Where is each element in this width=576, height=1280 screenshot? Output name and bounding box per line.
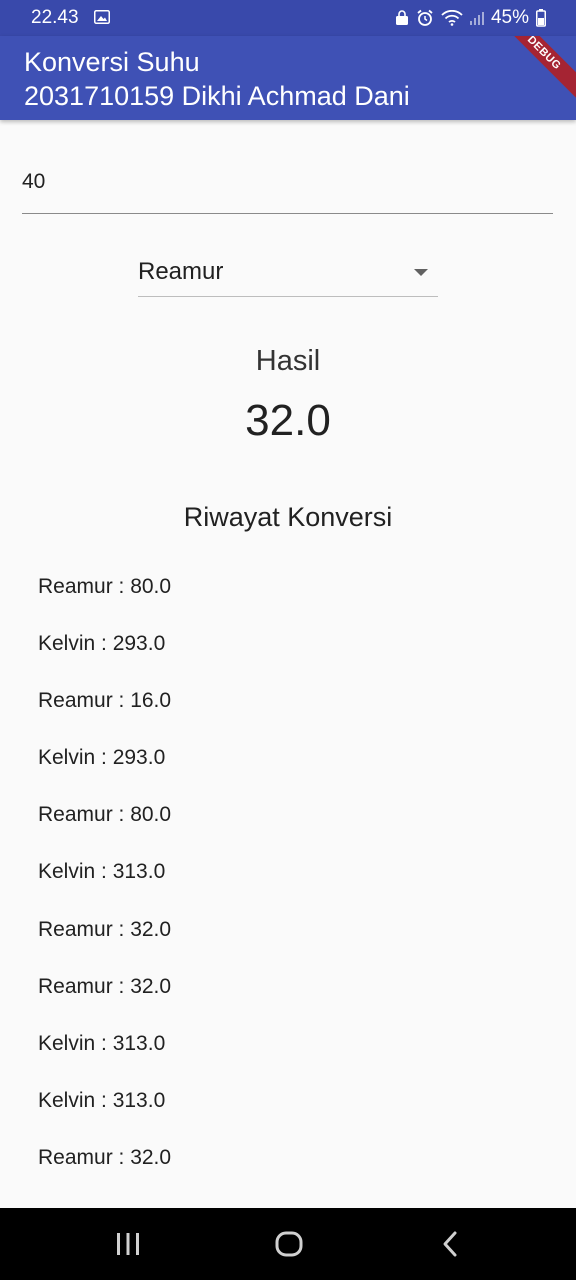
home-button[interactable] [269, 1224, 309, 1264]
back-icon [443, 1231, 457, 1257]
result-value: 32.0 [245, 396, 331, 445]
history-item: Kelvin : 313.0 [38, 1088, 166, 1112]
app-title-line1: Konversi Suhu [24, 47, 200, 77]
alarm-icon [417, 9, 433, 26]
back-button[interactable] [430, 1224, 470, 1264]
wifi-icon [441, 10, 463, 26]
history-item: Reamur : 32.0 [38, 974, 172, 998]
history-item: Kelvin : 293.0 [38, 632, 166, 656]
status-icons: 45% [395, 7, 546, 29]
recent-apps-button[interactable] [108, 1224, 148, 1264]
result-label: Hasil [255, 345, 321, 377]
status-time: 22.43 [31, 7, 79, 28]
history-item: Kelvin : 313.0 [38, 860, 166, 884]
gallery-notification-icon [94, 10, 110, 24]
home-icon [275, 1231, 303, 1257]
temperature-input[interactable] [22, 150, 553, 214]
battery-icon [536, 9, 546, 27]
app-title: Konversi Suhu 2031710159 Dikhi Achmad Da… [24, 45, 410, 113]
recent-apps-icon [117, 1233, 139, 1255]
navigation-bar [0, 1208, 576, 1280]
debug-banner: DEBUG [488, 36, 576, 109]
history-list: Reamur : 80.0 Kelvin : 293.0 Reamur : 16… [38, 572, 171, 1200]
history-item: Reamur : 80.0 [38, 575, 172, 598]
history-item: Kelvin : 293.0 [38, 746, 166, 770]
app-bar: Konversi Suhu 2031710159 Dikhi Achmad Da… [0, 36, 576, 120]
lock-icon [395, 10, 408, 25]
history-item: Reamur : 32.0 [38, 1145, 172, 1169]
status-bar: 22.43 45% [0, 0, 576, 36]
unit-dropdown[interactable]: Reamur [138, 254, 438, 297]
chevron-down-icon [414, 269, 428, 276]
history-item: Reamur : 80.0 [38, 803, 172, 827]
history-item: Reamur : 32.0 [38, 917, 172, 941]
app-title-line2: 2031710159 Dikhi Achmad Dani [24, 81, 410, 111]
signal-icon [469, 12, 484, 25]
battery-percent: 45% [490, 7, 529, 28]
unit-dropdown-value: Reamur [138, 258, 224, 285]
history-title: Riwayat Konversi [183, 502, 393, 532]
history-item: Reamur : 16.0 [38, 689, 172, 713]
history-item: Kelvin : 313.0 [38, 1031, 166, 1055]
